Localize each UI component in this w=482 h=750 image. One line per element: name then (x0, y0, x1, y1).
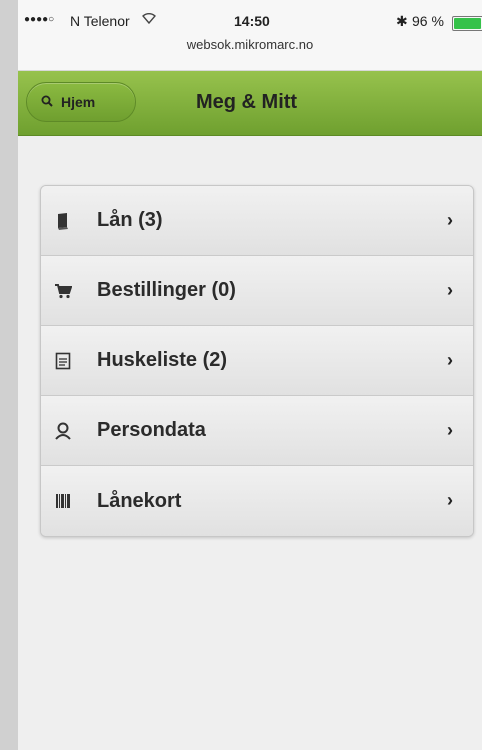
menu-item-label: Lånekort (97, 489, 182, 512)
clock: 14:50 (234, 13, 270, 29)
battery-percentage: 96 % (412, 13, 444, 29)
battery-icon (452, 16, 482, 31)
chevron-right-icon: › (447, 490, 453, 510)
header-toolbar: Hjem Meg & Mitt (18, 71, 482, 136)
menu-item-label: Bestillinger (0) (97, 279, 236, 301)
menu-item-library-card[interactable]: Lånekort › (41, 466, 473, 536)
person-icon (53, 421, 73, 441)
carrier-name: N Telenor (70, 13, 130, 29)
url-bar[interactable]: websok.mikromarc.no (18, 37, 482, 52)
menu-item-label: Lån (3) (97, 209, 163, 231)
search-icon (41, 95, 53, 110)
chevron-right-icon: › (447, 210, 453, 230)
chevron-right-icon: › (447, 350, 453, 370)
home-button-label: Hjem (61, 94, 96, 110)
account-menu: Lån (3) › Bestillinger (0) › Huskeliste … (40, 185, 474, 537)
cart-icon (53, 281, 73, 301)
bluetooth-icon: ✱ (396, 13, 408, 29)
menu-item-loans[interactable]: Lån (3) › (41, 186, 473, 256)
menu-item-reservations[interactable]: Bestillinger (0) › (41, 256, 473, 326)
menu-item-wishlist[interactable]: Huskeliste (2) › (41, 326, 473, 396)
chevron-right-icon: › (447, 280, 453, 300)
chevron-right-icon: › (447, 420, 453, 440)
home-button[interactable]: Hjem (26, 82, 136, 122)
document-icon (53, 351, 73, 371)
page-title: Meg & Mitt (196, 91, 298, 113)
wifi-icon (142, 12, 156, 27)
barcode-icon (53, 491, 73, 511)
menu-item-label: Persondata (97, 419, 206, 441)
phone-screen: ●●●●○ N Telenor 14:50 ✱ 96 % websok.mikr… (18, 0, 482, 750)
menu-item-label: Huskeliste (2) (97, 349, 228, 371)
menu-item-personal-data[interactable]: Persondata › (41, 396, 473, 466)
status-bar: ●●●●○ N Telenor 14:50 ✱ 96 % websok.mikr… (18, 0, 482, 71)
book-icon (53, 211, 73, 231)
signal-strength-icon: ●●●●○ (24, 14, 55, 25)
